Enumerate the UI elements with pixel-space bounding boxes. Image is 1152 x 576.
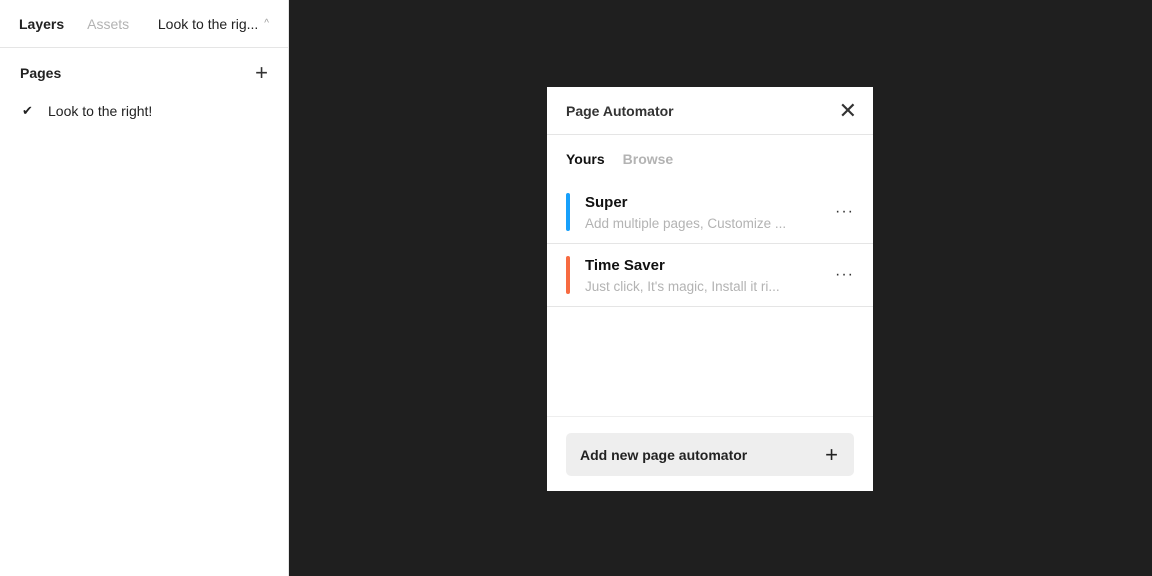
check-icon: ✔ xyxy=(22,103,48,119)
page-selector[interactable]: Look to the rig... ^ xyxy=(158,16,269,32)
more-options-icon[interactable]: ··· xyxy=(835,266,854,284)
more-options-icon[interactable]: ··· xyxy=(835,203,854,221)
add-automator-button[interactable]: Add new page automator + xyxy=(566,433,854,476)
tab-layers[interactable]: Layers xyxy=(19,16,64,32)
add-page-icon[interactable]: + xyxy=(255,60,268,86)
color-bar xyxy=(566,256,570,294)
item-desc: Just click, It's magic, Install it ri... xyxy=(585,279,835,294)
automator-item-time-saver[interactable]: Time Saver Just click, It's magic, Instal… xyxy=(547,244,873,307)
close-icon[interactable]: ✕ xyxy=(839,98,857,124)
tab-yours[interactable]: Yours xyxy=(566,151,605,181)
add-label: Add new page automator xyxy=(580,447,747,463)
left-sidebar: Layers Assets Look to the rig... ^ Pages … xyxy=(0,0,289,576)
tab-browse[interactable]: Browse xyxy=(623,151,674,181)
page-automator-modal: Page Automator ✕ Yours Browse Super Add m… xyxy=(547,87,873,491)
modal-header: Page Automator ✕ xyxy=(547,87,873,135)
color-bar xyxy=(566,193,570,231)
page-item[interactable]: ✔ Look to the right! xyxy=(0,98,288,124)
modal-title: Page Automator xyxy=(566,103,674,119)
current-page-label: Look to the rig... xyxy=(158,16,258,32)
item-title: Time Saver xyxy=(585,257,835,274)
pages-title: Pages xyxy=(20,65,61,81)
item-desc: Add multiple pages, Customize ... xyxy=(585,216,835,231)
modal-tabs: Yours Browse xyxy=(547,135,873,181)
item-title: Super xyxy=(585,194,835,211)
chevron-up-icon: ^ xyxy=(264,18,269,29)
plus-icon: + xyxy=(825,442,838,468)
sidebar-tabs: Layers Assets Look to the rig... ^ xyxy=(0,0,288,48)
automator-item-super[interactable]: Super Add multiple pages, Customize ... ·… xyxy=(547,181,873,244)
pages-header: Pages + xyxy=(0,48,288,98)
modal-footer: Add new page automator + xyxy=(547,416,873,491)
page-label: Look to the right! xyxy=(48,103,152,119)
tab-assets[interactable]: Assets xyxy=(87,16,129,32)
